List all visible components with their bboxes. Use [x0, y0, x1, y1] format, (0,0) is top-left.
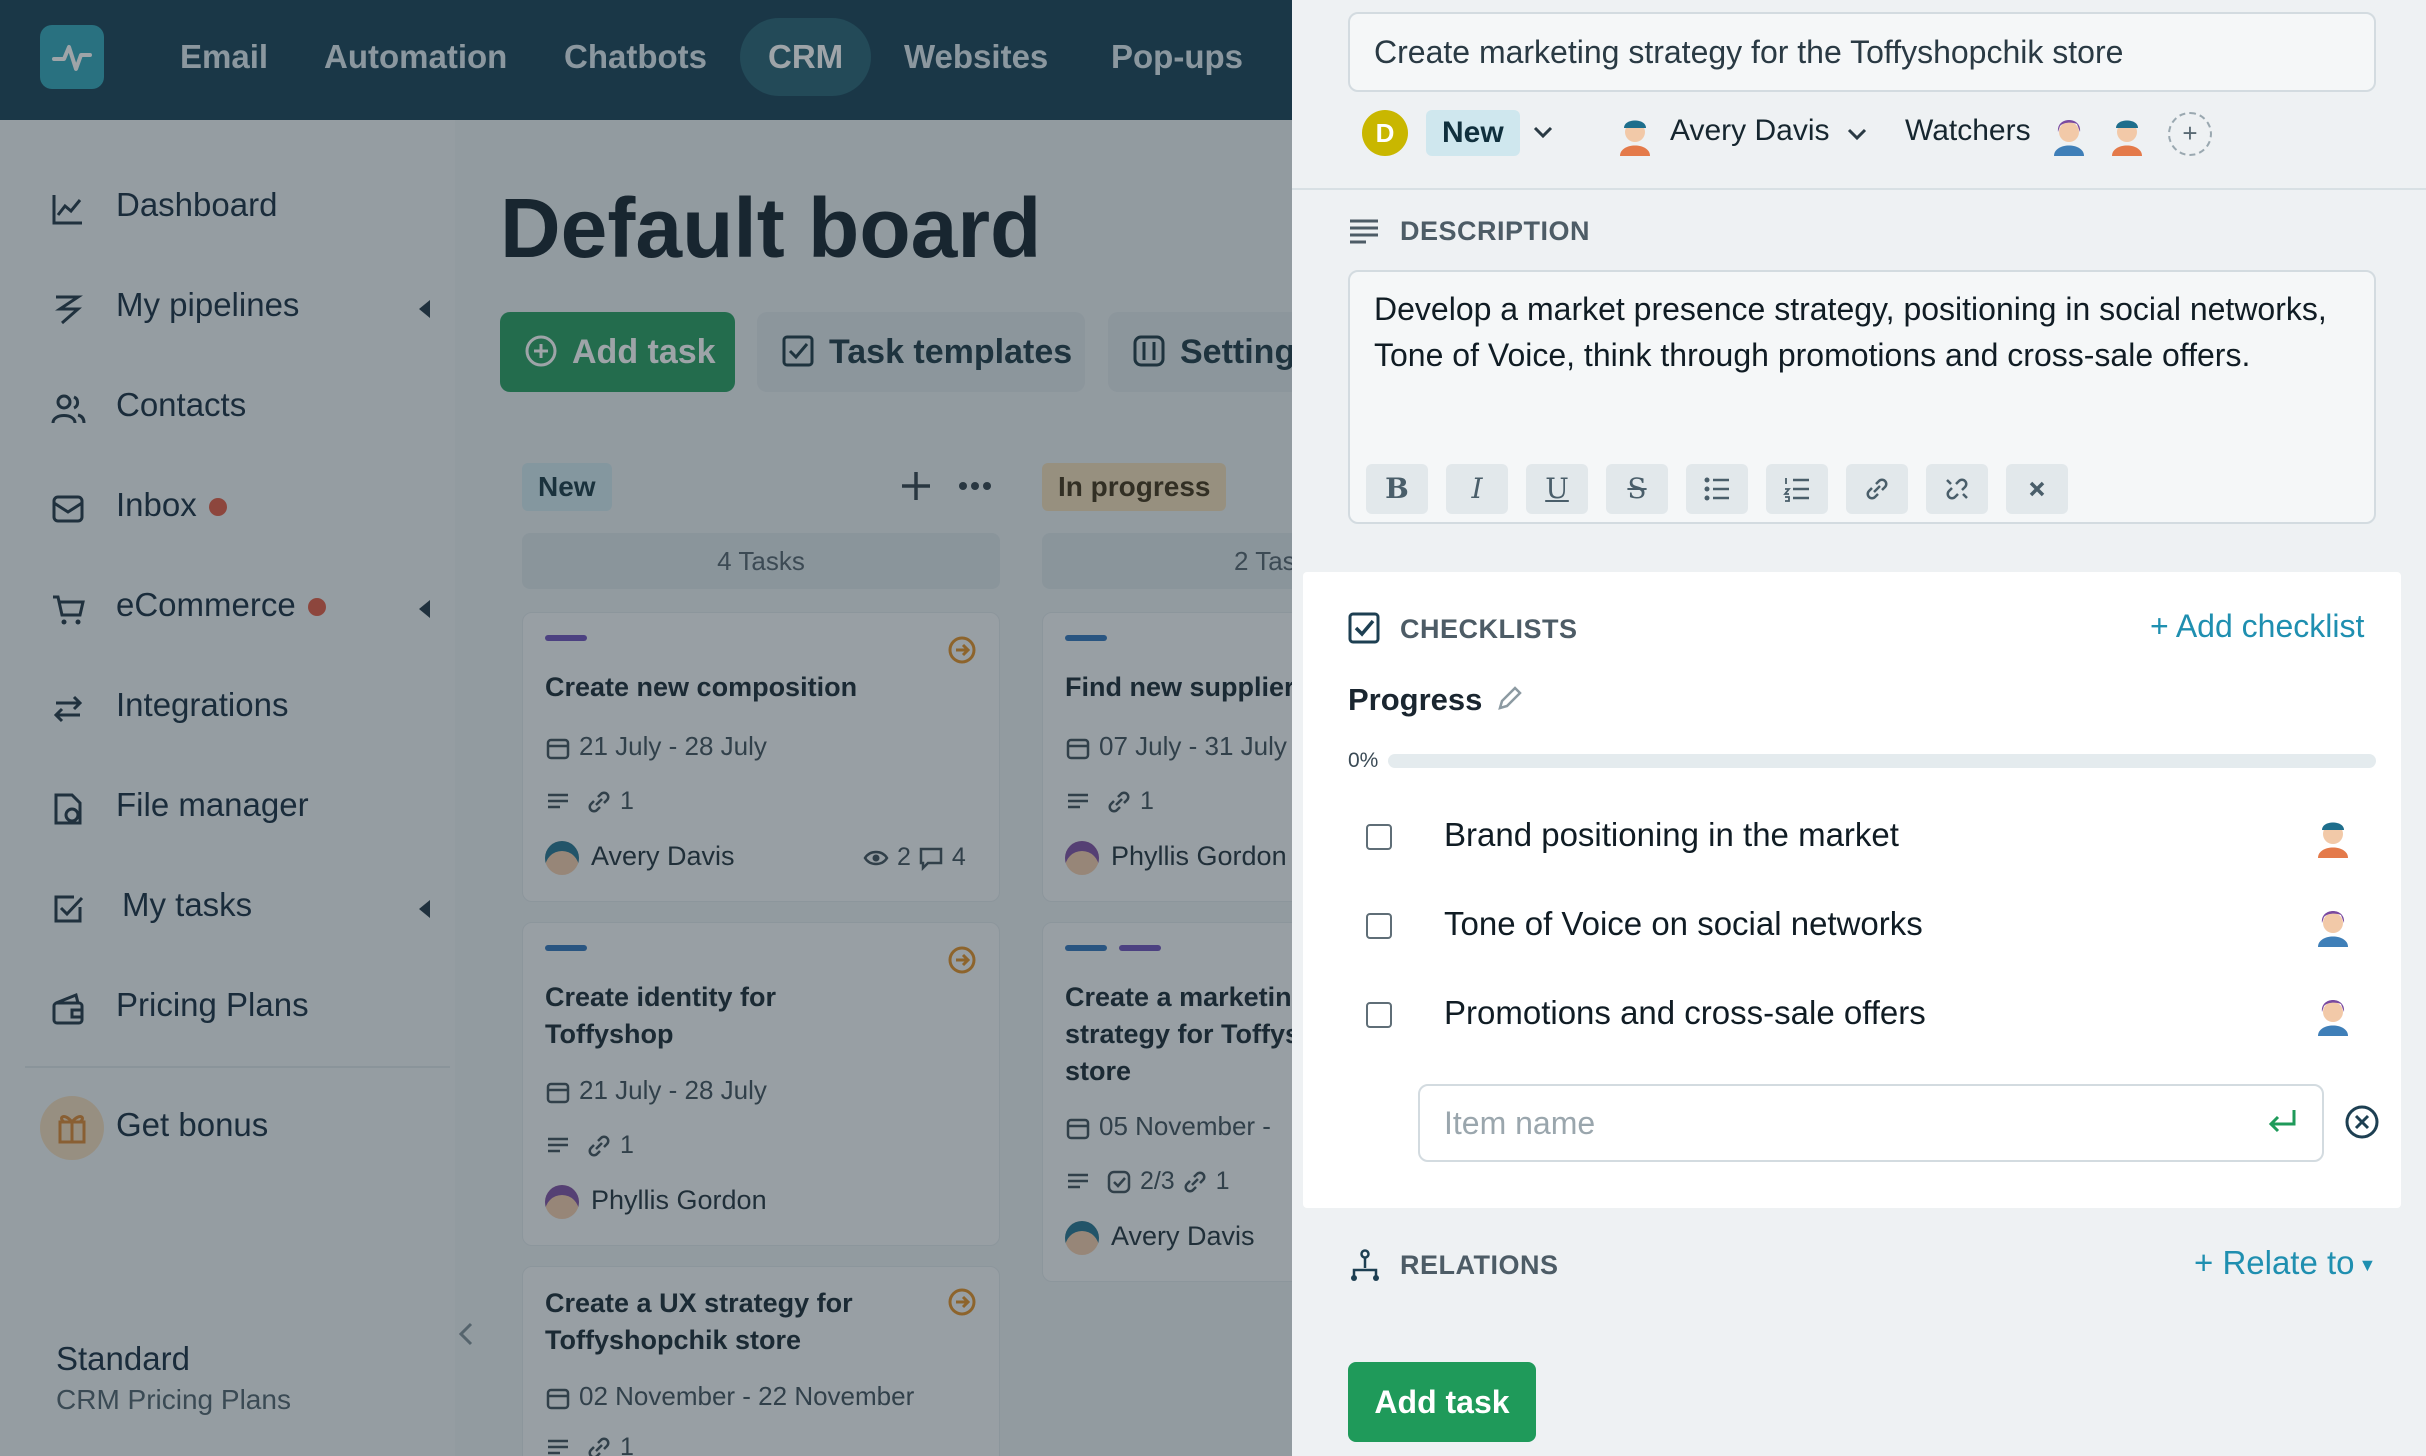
close-circle-icon[interactable] — [2344, 1104, 2380, 1140]
progress-bar-track — [1388, 754, 2376, 768]
avatar — [1612, 110, 1658, 156]
caret-down-icon: ▼ — [2358, 1254, 2377, 1275]
clear-format-button[interactable] — [2006, 464, 2068, 514]
relations-icon — [1351, 1249, 1379, 1281]
relate-to-dropdown[interactable]: + Relate to ▼ — [2194, 1244, 2376, 1282]
status-owner-avatar: D — [1362, 110, 1408, 156]
checklist-item-text[interactable]: Tone of Voice on social networks — [1444, 905, 1923, 943]
numbered-list-icon — [1783, 478, 1809, 502]
remove-link-button[interactable] — [1926, 464, 1988, 514]
link-icon — [1866, 478, 1888, 500]
checklists-section-title: CHECKLISTS — [1400, 614, 1578, 644]
checkbox-checked-icon — [1348, 612, 1380, 644]
enter-return-icon[interactable] — [2264, 1106, 2300, 1140]
relations-section-title: RELATIONS — [1400, 1250, 1559, 1280]
checklist-item-text[interactable]: Promotions and cross-sale offers — [1444, 994, 1926, 1032]
checklist-item: Brand positioning in the market — [1348, 800, 2376, 870]
bold-button[interactable]: B — [1366, 464, 1428, 514]
task-title-field[interactable]: Create marketing strategy for the Toffys… — [1348, 12, 2376, 92]
divider — [1292, 188, 2426, 190]
new-item-input[interactable]: Item name — [1418, 1084, 2324, 1162]
status-dropdown[interactable]: New — [1426, 110, 1520, 156]
add-watcher-button[interactable]: + — [2168, 112, 2212, 156]
underline-button[interactable]: U — [1526, 464, 1588, 514]
unlink-icon — [1946, 478, 1968, 500]
checklist-item-text[interactable]: Brand positioning in the market — [1444, 816, 1899, 854]
description-text[interactable]: Develop a market presence strategy, posi… — [1374, 286, 2354, 378]
avatar[interactable] — [2310, 901, 2356, 947]
avatar[interactable] — [2310, 812, 2356, 858]
progress-percent: 0% — [1348, 749, 1379, 772]
avatar[interactable] — [2046, 110, 2092, 156]
description-section-title: DESCRIPTION — [1400, 216, 1591, 246]
avatar[interactable] — [2310, 990, 2356, 1036]
chevron-down-icon[interactable] — [1846, 126, 1868, 142]
checklist-item: Tone of Voice on social networks — [1348, 889, 2376, 959]
pencil-icon[interactable] — [1496, 684, 1524, 712]
description-icon — [1350, 219, 1378, 244]
item-checkbox[interactable] — [1366, 1002, 1392, 1028]
item-checkbox[interactable] — [1366, 913, 1392, 939]
chevron-down-icon[interactable] — [1532, 124, 1554, 140]
clear-format-icon — [2029, 481, 2045, 497]
item-checkbox[interactable] — [1366, 824, 1392, 850]
numbered-list-button[interactable] — [1766, 464, 1828, 514]
bulleted-list-icon — [1704, 477, 1729, 501]
avatar[interactable] — [2104, 110, 2150, 156]
add-task-submit-button[interactable]: Add task — [1348, 1362, 1536, 1442]
add-checklist-link[interactable]: + Add checklist — [2150, 608, 2364, 645]
checklist-name: Progress — [1348, 682, 1483, 717]
insert-link-button[interactable] — [1846, 464, 1908, 514]
italic-button[interactable]: I — [1446, 464, 1508, 514]
modal-backdrop[interactable] — [0, 0, 1292, 1456]
strikethrough-button[interactable]: S — [1606, 464, 1668, 514]
checklist-item: Promotions and cross-sale offers — [1348, 978, 2376, 1048]
watchers-label: Watchers — [1905, 114, 2031, 147]
assignee-dropdown[interactable]: Avery Davis — [1670, 114, 1830, 148]
bulleted-list-button[interactable] — [1686, 464, 1748, 514]
